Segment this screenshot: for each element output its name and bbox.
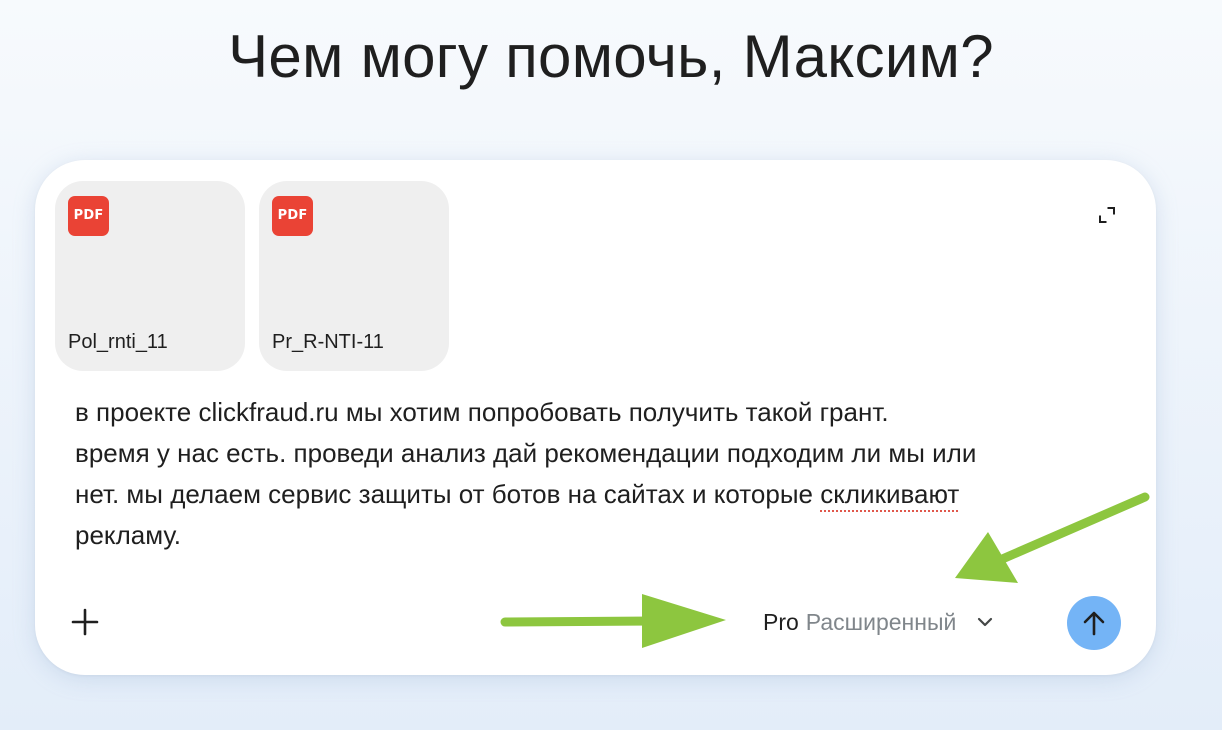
chevron-down-icon	[976, 616, 994, 628]
model-selector[interactable]: Pro Расширенный	[763, 602, 994, 642]
attachment-name: Pol_rnti_11	[68, 331, 168, 353]
attachment-name: Pr_R-NTI-11	[272, 331, 384, 353]
attachment-card[interactable]: PDF Pr_R-NTI-11	[259, 181, 449, 371]
prompt-input[interactable]: в проекте clickfraud.ru мы хотим попробо…	[75, 392, 1115, 556]
add-button[interactable]	[65, 602, 105, 642]
model-mode: Расширенный	[805, 608, 957, 635]
arrow-up-icon	[1083, 611, 1105, 636]
greeting-title: Чем могу помочь, Максим?	[228, 23, 994, 90]
attachment-card[interactable]: PDF Pol_rnti_11	[55, 181, 245, 371]
prompt-composer: PDF Pol_rnti_11 PDF Pr_R-NTI-11 в проект…	[35, 160, 1156, 675]
pdf-icon: PDF	[272, 196, 313, 236]
expand-button[interactable]	[1090, 198, 1124, 232]
prompt-text-end: рекламу.	[75, 520, 182, 550]
misspelled-word: скликивают	[820, 479, 960, 509]
model-name: Pro	[763, 608, 799, 635]
expand-icon	[1099, 207, 1115, 223]
send-button[interactable]	[1067, 596, 1121, 650]
pdf-icon: PDF	[68, 196, 109, 236]
plus-icon	[71, 608, 99, 636]
